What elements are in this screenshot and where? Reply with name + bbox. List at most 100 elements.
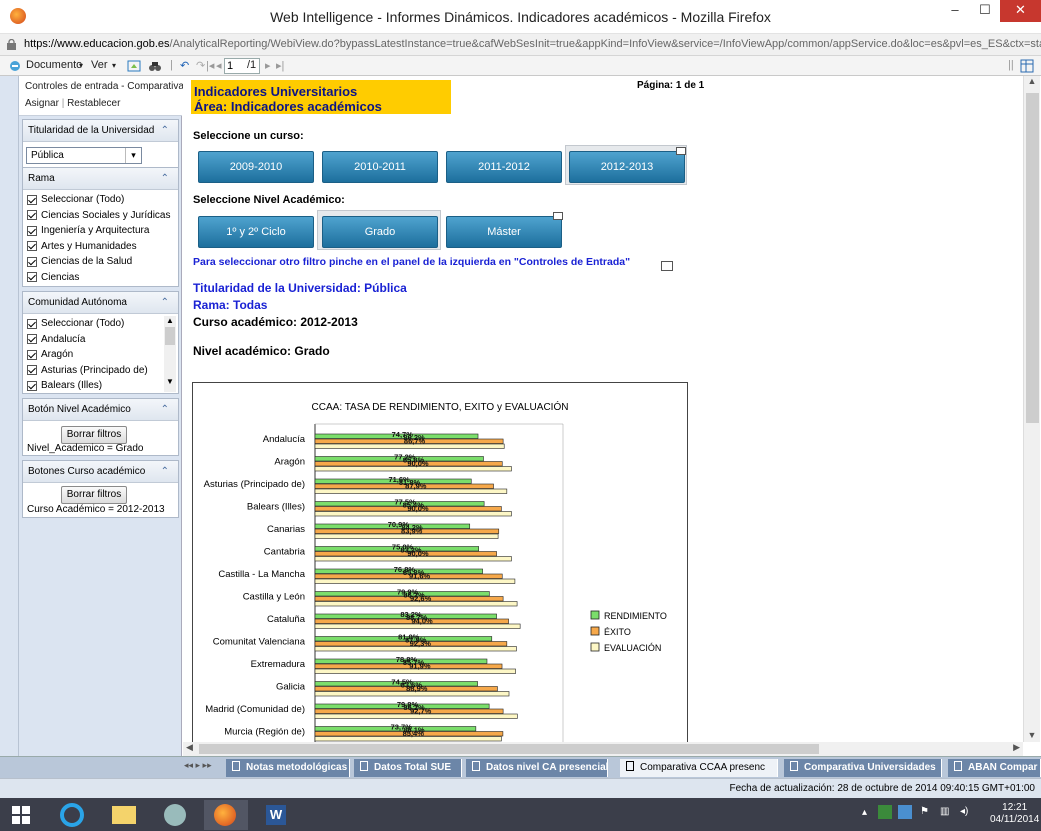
- checkbox-checked[interactable]: [27, 334, 37, 345]
- titularidad-select[interactable]: Pública ▾: [26, 147, 142, 164]
- word-icon[interactable]: W: [254, 800, 298, 830]
- tab-datos-ca[interactable]: Datos nivel CA presencial: [466, 759, 608, 777]
- nivel-button-master[interactable]: Máster: [446, 216, 562, 248]
- rama-option[interactable]: Ingeniería y Arquitectura: [23, 223, 178, 239]
- refresh-icon[interactable]: [127, 59, 141, 73]
- checkbox-checked[interactable]: [27, 380, 37, 391]
- rama-option[interactable]: Ciencias: [23, 270, 178, 286]
- tray-app-icon[interactable]: [898, 805, 912, 819]
- layout-icon[interactable]: [1020, 59, 1034, 73]
- data-label: 92,7%: [410, 706, 432, 715]
- comunidad-option[interactable]: Andalucía: [23, 332, 163, 348]
- curso-button-2012-2013[interactable]: 2012-2013: [569, 151, 685, 183]
- nivel-control: Botón Nivel Académico ⌃ Borrar filtros Ni…: [22, 398, 179, 456]
- category-label: Cantabria: [264, 547, 306, 558]
- collapse-icon[interactable]: ⌃: [161, 292, 169, 314]
- explorer-icon[interactable]: [102, 800, 146, 830]
- panel-title: Controles de entrada - Comparativa C...: [25, 81, 203, 92]
- last-page-icon[interactable]: ▸|: [276, 59, 284, 72]
- checkbox-checked[interactable]: [27, 241, 37, 252]
- find-icon[interactable]: [148, 59, 162, 73]
- first-page-icon[interactable]: |◂: [206, 59, 214, 72]
- legend-label: RENDIMIENTO: [604, 611, 667, 621]
- tab-comparativa-universidades[interactable]: Comparativa Universidades: [784, 759, 942, 777]
- firefox-icon[interactable]: [204, 800, 248, 830]
- rama-option[interactable]: Seleccionar (Todo): [23, 192, 178, 208]
- chrome-icon[interactable]: [154, 800, 198, 830]
- data-label: 90,0%: [407, 459, 429, 468]
- ver-menu[interactable]: Ver: [91, 59, 108, 71]
- report-header: Indicadores Universitarios Área: Indicad…: [191, 80, 451, 114]
- volume-icon[interactable]: ◂): [960, 806, 968, 817]
- flag-icon[interactable]: ⚑: [920, 806, 929, 817]
- checkbox-checked[interactable]: [27, 210, 37, 221]
- tab-datos-sue[interactable]: Datos Total SUE: [354, 759, 462, 777]
- network-icon[interactable]: ▥: [940, 806, 949, 817]
- windows-taskbar: W ▴ ⚑ ▥ ◂) 12:21 04/11/2014: [0, 798, 1041, 831]
- nivel-button-ciclo[interactable]: 1º y 2º Ciclo: [198, 216, 314, 248]
- data-label: 92,3%: [410, 639, 432, 648]
- nivel-button-grado[interactable]: Grado: [322, 216, 438, 248]
- checkbox-checked[interactable]: [27, 365, 37, 376]
- rama-option[interactable]: Ciencias de la Salud: [23, 254, 178, 270]
- collapse-icon[interactable]: ⌃: [161, 399, 169, 421]
- horizontal-scrollbar[interactable]: ◀ ▶: [183, 742, 1023, 756]
- checkbox-checked[interactable]: [27, 194, 37, 205]
- maximize-button[interactable]: ☐: [970, 0, 1000, 22]
- ie-icon[interactable]: [50, 800, 94, 830]
- restablecer-link[interactable]: Restablecer: [67, 98, 120, 109]
- checkbox-checked[interactable]: [27, 318, 37, 329]
- tab-nav-arrows[interactable]: ◂◂ ▸ ▸▸: [184, 760, 212, 771]
- borrar-filtros-nivel-button[interactable]: Borrar filtros: [61, 426, 127, 444]
- list-scrollbar[interactable]: ▲ ▼: [164, 316, 176, 392]
- data-label: 90,0%: [407, 504, 429, 513]
- collapse-icon[interactable]: ⌃: [161, 461, 169, 483]
- scroll-thumb[interactable]: [1026, 93, 1039, 423]
- documento-menu[interactable]: Documento: [26, 59, 82, 71]
- checkbox-checked[interactable]: [27, 272, 37, 283]
- rama-info: Rama: Todas: [193, 298, 268, 312]
- url-bar[interactable]: https://www.educacion.gob.es/AnalyticalR…: [0, 34, 1041, 56]
- redo-icon[interactable]: ↷: [196, 59, 205, 72]
- windows-start-icon[interactable]: [12, 806, 30, 824]
- chart-title: CCAA: TASA DE RENDIMIENTO, EXITO y EVALU…: [312, 400, 569, 413]
- comunidad-option[interactable]: Seleccionar (Todo): [23, 316, 163, 332]
- tray-app-icon[interactable]: [878, 805, 892, 819]
- tab-comparativa-ccaa[interactable]: Comparativa CCAA presenc: [620, 759, 778, 777]
- undo-icon[interactable]: ↶: [180, 59, 189, 72]
- tray-arrow-icon[interactable]: ▴: [862, 807, 867, 818]
- comunidad-option[interactable]: Asturias (Principado de): [23, 363, 163, 379]
- corner-toggle-icon[interactable]: [676, 147, 686, 155]
- vertical-scrollbar[interactable]: ▲ ▼: [1023, 76, 1040, 742]
- input-controls-icon[interactable]: [661, 261, 673, 271]
- curso-button-2009-2010[interactable]: 2009-2010: [198, 151, 314, 183]
- rama-option[interactable]: Artes y Humanidades: [23, 239, 178, 255]
- category-label: Balears (Illes): [247, 502, 305, 513]
- tab-notas[interactable]: Notas metodológicas: [226, 759, 350, 777]
- data-label: 87,9%: [405, 481, 427, 490]
- checkbox-checked[interactable]: [27, 349, 37, 360]
- checkbox-checked[interactable]: [27, 256, 37, 267]
- asignar-link[interactable]: Asignar: [25, 98, 59, 109]
- separator: ||: [1008, 59, 1014, 71]
- collapse-icon[interactable]: ⌃: [161, 168, 169, 190]
- comunidad-option[interactable]: Aragón: [23, 347, 163, 363]
- borrar-filtros-curso-button[interactable]: Borrar filtros: [61, 486, 127, 504]
- comunidad-option[interactable]: Balears (Illes): [23, 378, 163, 394]
- curso-button-2011-2012[interactable]: 2011-2012: [446, 151, 562, 183]
- legend-swatch: [590, 642, 600, 652]
- next-page-icon[interactable]: ▸: [265, 59, 271, 72]
- collapse-icon[interactable]: ⌃: [161, 120, 169, 142]
- category-label: Canarias: [267, 524, 305, 535]
- corner-toggle-icon[interactable]: [553, 212, 563, 220]
- window-titlebar: Web Intelligence - Informes Dinámicos. I…: [0, 0, 1041, 34]
- prev-page-icon[interactable]: ◂: [216, 59, 222, 72]
- close-button[interactable]: ✕: [1000, 0, 1041, 22]
- tab-aban[interactable]: ABAN Compar: [948, 759, 1041, 777]
- rama-option[interactable]: Ciencias Sociales y Jurídicas: [23, 208, 178, 224]
- clock[interactable]: 12:21 04/11/2014: [990, 802, 1039, 826]
- curso-button-2010-2011[interactable]: 2010-2011: [322, 151, 438, 183]
- minimize-button[interactable]: –: [940, 0, 970, 22]
- scroll-thumb[interactable]: [199, 744, 819, 754]
- checkbox-checked[interactable]: [27, 225, 37, 236]
